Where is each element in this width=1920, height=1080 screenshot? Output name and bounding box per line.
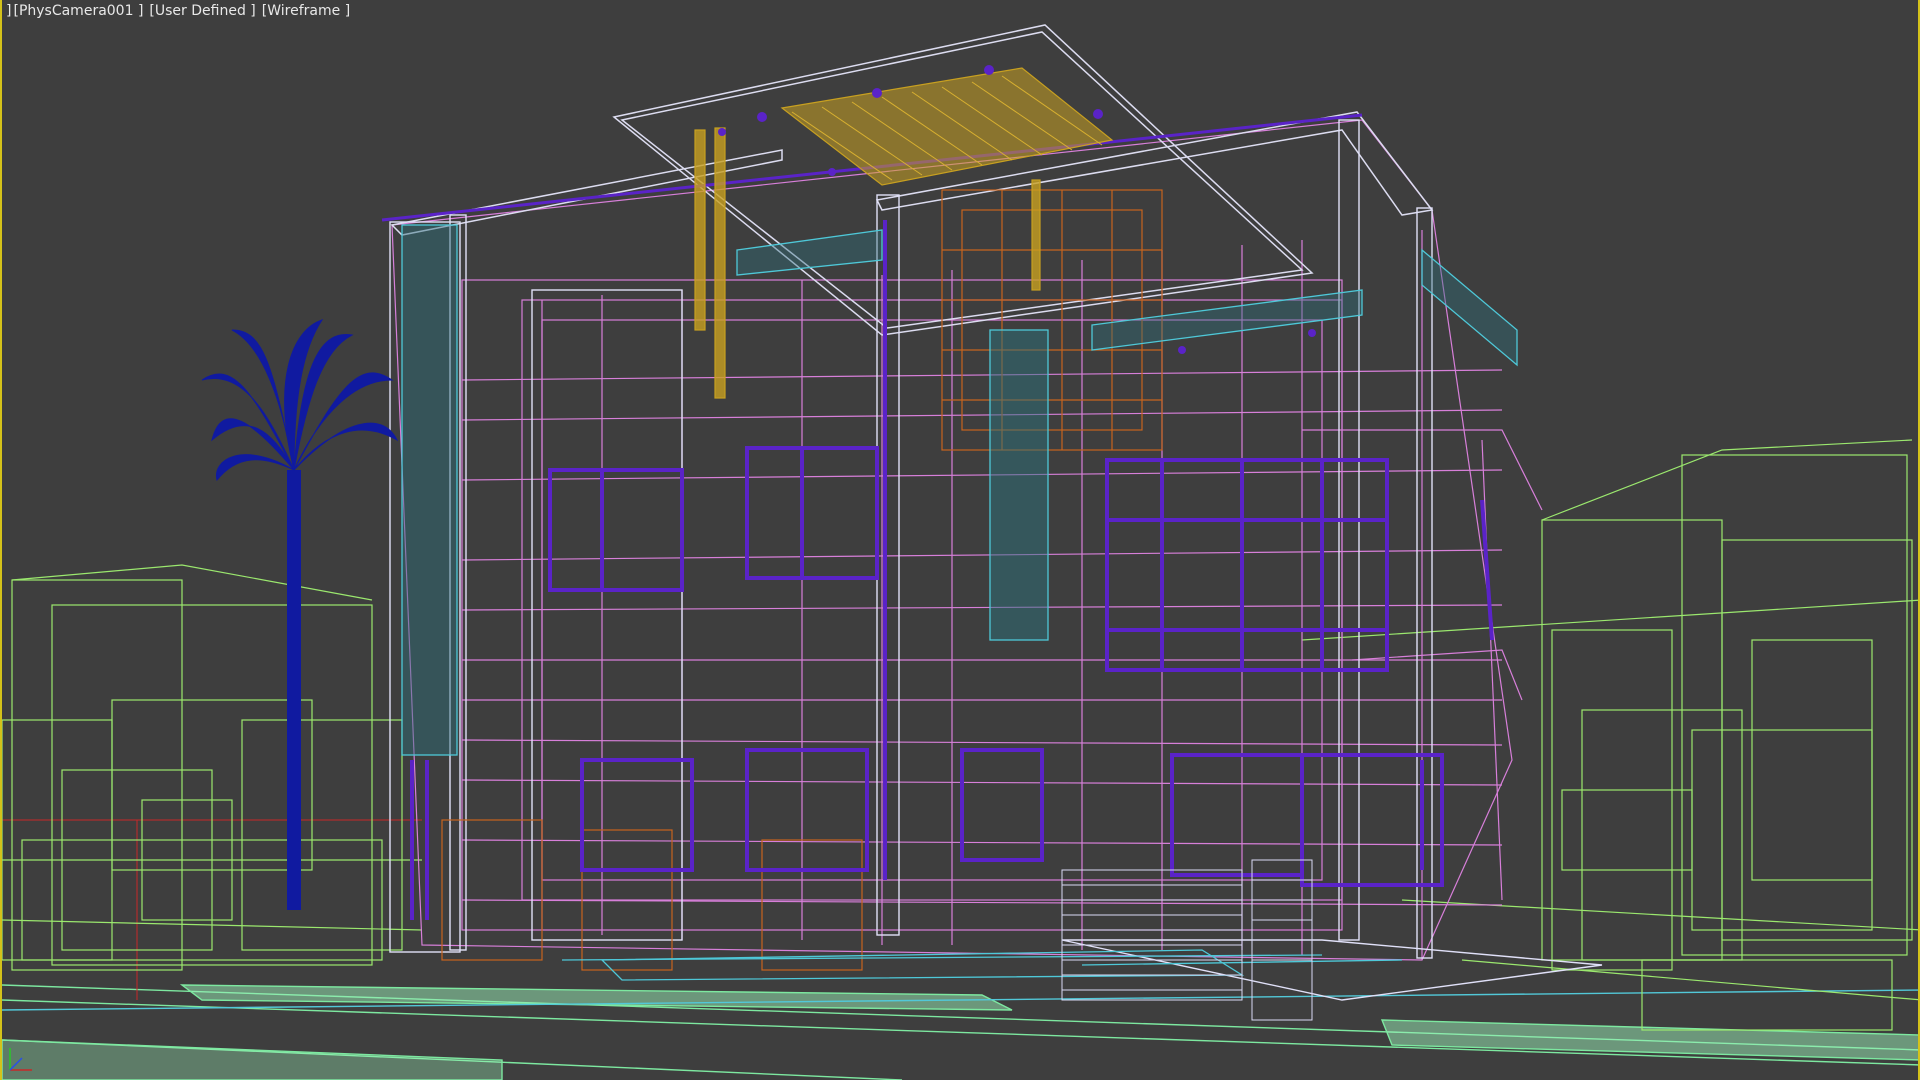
ground-plane (2, 984, 1918, 1080)
palm-tree-icon (201, 319, 399, 910)
context-buildings-right (1301, 439, 1918, 1031)
louver-panels (401, 224, 1518, 981)
house-frame (391, 119, 1543, 961)
viewport-wireframe[interactable]: ] PhysCamera001 User Defined Wireframe (0, 0, 1920, 1080)
axis-tripod-icon (6, 1044, 36, 1074)
context-buildings-left (2, 564, 423, 971)
viewport-view-label[interactable]: User Defined (149, 3, 255, 19)
viewport-camera-label[interactable]: PhysCamera001 (13, 3, 143, 19)
window-frames (381, 113, 1494, 920)
viewport-shading-label[interactable]: Wireframe (262, 3, 350, 19)
viewport-label-bar: ] PhysCamera001 User Defined Wireframe (6, 2, 350, 20)
roof-slab (390, 24, 1434, 336)
wireframe-scene[interactable] (2, 0, 1920, 1080)
viewport-label-lead-bracket: ] (6, 3, 12, 19)
